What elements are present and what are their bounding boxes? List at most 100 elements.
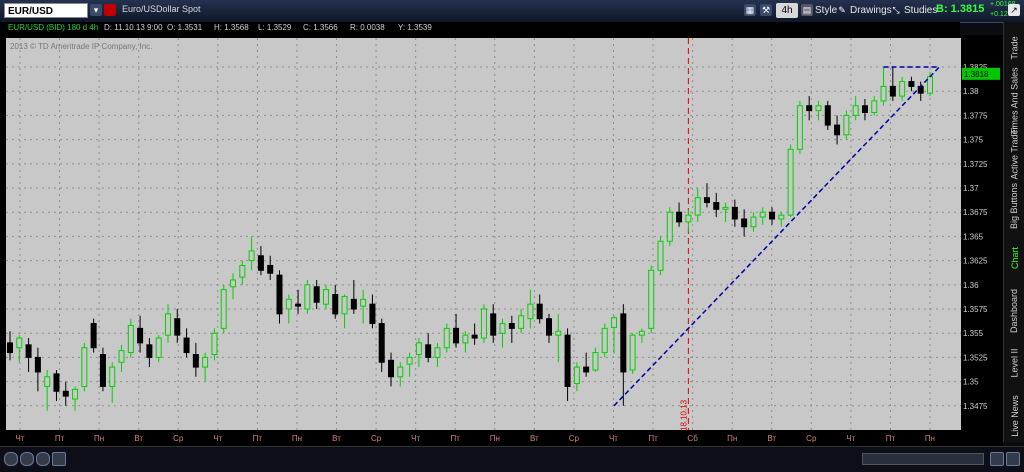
candle-body [137, 327, 144, 344]
candle-body [220, 289, 227, 329]
sidebar-tab-label: Trade [1009, 36, 1020, 60]
candle-body [44, 376, 51, 387]
candle-body [638, 330, 645, 336]
candle-body [239, 264, 246, 278]
sidebar-tab-label: Chart [1009, 247, 1020, 270]
y-tick-label: 1.35 [963, 378, 979, 387]
candle-body [90, 323, 97, 349]
candle-body [536, 303, 543, 320]
x-tick-label: Чт [213, 434, 222, 443]
sidebar-tab[interactable]: Times And Sales [1004, 67, 1024, 134]
candle-body [843, 114, 850, 136]
y-tick-label: 1.3475 [963, 402, 988, 411]
candle-body [759, 211, 766, 218]
link-color-icon[interactable] [104, 4, 116, 16]
candle-body [583, 366, 590, 373]
sidebar-tab[interactable]: Level II [1004, 337, 1024, 390]
symbol-input[interactable]: EUR/USD [4, 3, 88, 18]
search-icon[interactable] [36, 452, 50, 466]
candle-body [118, 350, 125, 363]
scroll-left-icon[interactable] [52, 452, 66, 466]
candle-body [248, 250, 255, 262]
candle-body [545, 318, 552, 336]
sidebar-tab[interactable]: Active Trader [1004, 127, 1024, 180]
candle-body [703, 197, 710, 204]
candle-body [611, 317, 618, 328]
x-tick-label: Пн [292, 434, 302, 443]
wrench-icon[interactable]: ⚒ [760, 4, 772, 16]
candle-body [685, 214, 692, 223]
aggregation-button[interactable]: 4h [776, 3, 798, 18]
zoom-in-icon[interactable] [20, 452, 34, 466]
y-tick-label: 1.355 [963, 329, 984, 338]
x-tick-label: Пн [727, 434, 737, 443]
candle-body [778, 214, 785, 220]
candle-body [657, 240, 664, 271]
sidebar-tab[interactable]: Chart [1004, 232, 1024, 285]
candle-body [750, 216, 757, 228]
y-tick-label: 1.3575 [963, 305, 988, 314]
y-tick-label: 1.3775 [963, 111, 988, 120]
x-tick-label: Пт [451, 434, 461, 443]
x-tick-label: Вт [767, 434, 776, 443]
x-tick-label: Ср [371, 434, 382, 443]
candle-body [861, 105, 868, 114]
drawings-button[interactable]: Drawings [850, 3, 892, 18]
candle-body [62, 390, 69, 397]
candle-body [202, 356, 209, 368]
x-tick-label: Сб [687, 434, 698, 443]
x-tick-label: Пн [925, 434, 935, 443]
candle-body [573, 366, 580, 385]
candle-body [796, 105, 803, 150]
x-tick-label: Вт [134, 434, 143, 443]
chart-settings-icon[interactable]: ▦ [744, 4, 756, 16]
candle-body [313, 286, 320, 303]
x-tick-label: Пн [490, 434, 500, 443]
x-tick-label: Пт [648, 434, 658, 443]
x-tick-label: Ср [806, 434, 817, 443]
sidebar-tab[interactable]: Big Buttons [1004, 180, 1024, 233]
candle-body [174, 318, 181, 336]
time-scrollbar[interactable] [862, 453, 984, 465]
y-tick-label: 1.36 [963, 281, 979, 290]
candle-body [527, 303, 534, 320]
candle-body [899, 81, 906, 97]
symbol-description: Euro/USDollar Spot [122, 4, 201, 14]
candle-body [713, 202, 720, 210]
study-title: EUR/USD (BID) 180 d 4h [8, 23, 99, 32]
candle-body [295, 303, 302, 307]
candle-body [927, 76, 933, 94]
candle-body [741, 218, 748, 228]
y-tick-label: 1.3625 [963, 257, 988, 266]
candle-body [378, 323, 385, 363]
sidebar-tab[interactable]: Live News [1004, 390, 1024, 443]
style-button[interactable]: Style [815, 3, 837, 18]
candle-body [508, 323, 515, 329]
candle-body [676, 211, 683, 223]
sidebar-tab[interactable]: Dashboard [1004, 285, 1024, 338]
scroll-right-icon[interactable] [990, 452, 1004, 466]
zoom-out-icon[interactable] [4, 452, 18, 466]
candle-body [127, 324, 134, 354]
candle-body [322, 289, 329, 305]
candle-body [332, 293, 339, 315]
price-chart[interactable]: 2013 © TD Ameritrade IP Company, Inc. 18… [0, 35, 1003, 446]
candle-body [350, 298, 357, 310]
symbol-dropdown-icon[interactable]: ▾ [90, 4, 102, 16]
candle-body [453, 327, 460, 344]
pencil-icon: ✎ [838, 5, 846, 15]
x-tick-label: Пн [94, 434, 104, 443]
candle-body [72, 388, 79, 400]
info-high: H: 1.3568 [214, 23, 249, 32]
chart-menu-icon[interactable]: ↗ [1008, 4, 1020, 16]
candle-body [434, 347, 441, 358]
x-tick-label: Пт [253, 434, 263, 443]
studies-button[interactable]: Studies [904, 3, 937, 18]
candle-body [499, 323, 506, 334]
last-price-label: 1.3818 [964, 70, 989, 79]
candle-body [369, 303, 376, 325]
candle-body [480, 308, 487, 339]
expand-icon[interactable] [1006, 452, 1020, 466]
candle-body [341, 295, 348, 315]
y-tick-label: 1.37 [963, 184, 979, 193]
